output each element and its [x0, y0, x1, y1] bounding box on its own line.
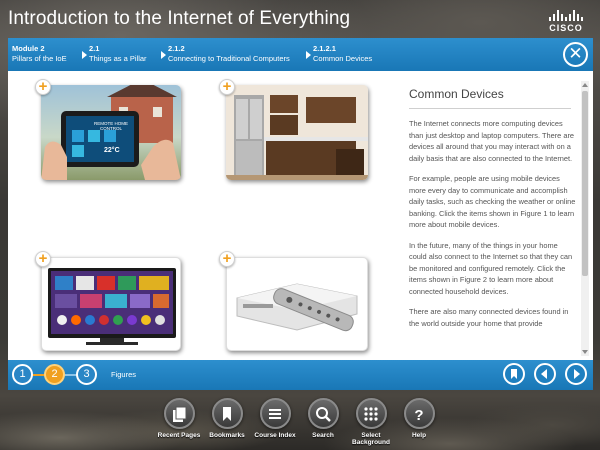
help-icon: ?: [414, 407, 423, 423]
breadcrumb-arrow-icon: [161, 51, 166, 59]
tablet-screen-title: REMOTE HOME CONTROL: [93, 121, 128, 131]
breadcrumb-title: Things as a Pillar: [89, 54, 147, 63]
recent-pages-button[interactable]: Recent Pages: [153, 398, 205, 439]
scroll-up-icon[interactable]: [581, 81, 589, 89]
breadcrumb-topic[interactable]: 2.1.2.1 Common Devices: [313, 44, 372, 64]
figures-label: Figures: [111, 370, 137, 379]
breadcrumb-title: Connecting to Traditional Computers: [168, 54, 290, 63]
kitchen-appliances-image: [226, 85, 368, 180]
figure-1-expand-button[interactable]: +: [35, 79, 51, 95]
breadcrumb-module[interactable]: Module 2 Pillars of the IoE: [12, 44, 67, 64]
course-index-icon: [269, 409, 281, 419]
breadcrumb-number: 2.1.2: [168, 44, 185, 53]
chevron-left-icon: [541, 369, 547, 379]
recent-pages-icon: [173, 406, 187, 422]
content-area: REMOTE HOME CONTROL 22°C + + + + Common …: [8, 71, 593, 360]
figure-4-set-top-box[interactable]: [226, 257, 368, 351]
scrollbar-thumb[interactable]: [582, 91, 588, 276]
select-background-icon: [364, 407, 378, 421]
bookmark-icon: [223, 407, 231, 421]
breadcrumb: Module 2 Pillars of the IoE 2.1 Things a…: [8, 38, 593, 71]
panel-scrollbar[interactable]: [581, 81, 589, 356]
text-panel: Common Devices The Internet connects mor…: [409, 71, 577, 360]
figure-4-expand-button[interactable]: +: [219, 251, 235, 267]
dock-label: Recent Pages: [157, 432, 201, 439]
tablet-home-control-image: [41, 85, 181, 180]
dock-label: Help: [411, 432, 427, 439]
tablet-temp: 22°C: [104, 147, 120, 154]
panel-paragraph: There are also many connected devices fo…: [409, 307, 569, 328]
bookmark-icon: [511, 369, 517, 379]
breadcrumb-title: Pillars of the IoE: [12, 54, 67, 63]
previous-page-button[interactable]: [534, 363, 556, 385]
figure-page-2[interactable]: 2: [44, 364, 65, 385]
dock-label: Search: [312, 432, 334, 439]
cisco-logo: CISCO: [544, 10, 588, 33]
bookmarks-button[interactable]: Bookmarks: [201, 398, 253, 439]
breadcrumb-title: Common Devices: [313, 54, 373, 63]
search-button[interactable]: Search: [297, 398, 349, 439]
next-page-button[interactable]: [565, 363, 587, 385]
panel-paragraph: The Internet connects more computing dev…: [409, 119, 575, 163]
scroll-down-icon[interactable]: [581, 348, 589, 356]
search-icon: [316, 407, 331, 422]
figure-page-1[interactable]: 1: [12, 364, 33, 385]
figure-3-smart-tv[interactable]: [41, 257, 181, 351]
close-button[interactable]: ✕: [563, 42, 588, 67]
breadcrumb-subsection[interactable]: 2.1.2 Connecting to Traditional Computer…: [168, 44, 290, 64]
figure-page-3[interactable]: 3: [76, 364, 97, 385]
breadcrumb-section[interactable]: 2.1 Things as a Pillar: [89, 44, 147, 64]
figure-1-tablet[interactable]: REMOTE HOME CONTROL 22°C: [41, 85, 181, 180]
dock-label: Select Background: [352, 432, 390, 446]
figure-2-kitchen[interactable]: [226, 85, 368, 180]
set-top-box-remote-image: [236, 283, 358, 332]
brand-name: CISCO: [549, 23, 583, 33]
breadcrumb-number: 2.1.2.1: [313, 44, 336, 53]
smart-tv-image: [48, 268, 176, 345]
breadcrumb-number: 2.1: [89, 44, 100, 53]
svg-text:?: ?: [414, 407, 423, 423]
breadcrumb-number: Module 2: [12, 44, 45, 53]
select-background-button[interactable]: Select Background: [345, 398, 397, 446]
panel-paragraph: For example, people are using mobile dev…: [409, 174, 576, 229]
panel-paragraph: In the future, many of the things in you…: [409, 240, 573, 296]
breadcrumb-arrow-icon: [306, 51, 311, 59]
figure-3-expand-button[interactable]: +: [35, 251, 51, 267]
course-index-button[interactable]: Course Index: [249, 398, 301, 439]
close-icon: ✕: [568, 44, 583, 63]
help-button[interactable]: ? Help: [393, 398, 445, 439]
dock-label: Course Index: [254, 432, 296, 439]
figure-2-expand-button[interactable]: +: [219, 79, 235, 95]
panel-title: Common Devices: [409, 87, 571, 109]
course-title: Introduction to the Internet of Everythi…: [8, 8, 351, 29]
breadcrumb-arrow-icon: [82, 51, 87, 59]
bookmark-page-button[interactable]: [503, 363, 525, 385]
chevron-right-icon: [574, 369, 580, 379]
dock-label: Bookmarks: [209, 432, 245, 439]
figure-navigation-bar: 1 2 3 Figures: [8, 360, 593, 390]
